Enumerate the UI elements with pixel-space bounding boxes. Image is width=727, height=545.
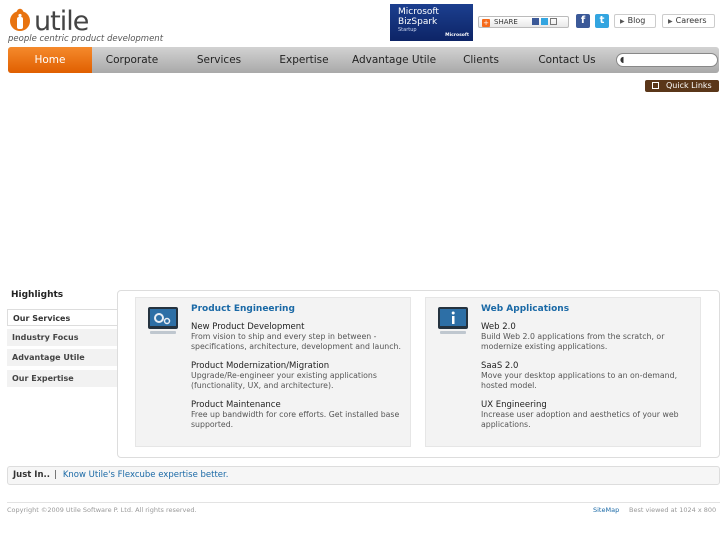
item-desc: Move your desktop applications to an on-…: [481, 371, 678, 390]
just-in-separator: |: [53, 470, 57, 480]
highlights-panel: Product Engineering New Product Developm…: [117, 290, 720, 458]
facebook-icon[interactable]: f: [576, 14, 590, 28]
quick-links-icon: [652, 82, 659, 89]
item-desc: From vision to ship and every step in be…: [191, 332, 401, 351]
main-nav: Home Corporate Services Expertise Advant…: [8, 47, 719, 73]
tab-industry-focus[interactable]: Industry Focus: [7, 329, 117, 346]
search-input[interactable]: ◖: [616, 53, 718, 67]
share-button[interactable]: + SHARE: [478, 16, 569, 28]
item-title: Product Modernization/Migration: [191, 361, 330, 371]
nav-item-clients[interactable]: Clients: [446, 47, 516, 73]
blog-link[interactable]: ▶ Blog: [614, 14, 656, 28]
email-mini-icon: [550, 18, 558, 25]
copyright-text: Copyright ©2009 Utile Software P. Ltd. A…: [7, 506, 197, 514]
tab-advantage-utile[interactable]: Advantage Utile: [7, 349, 117, 366]
item-title: Web 2.0: [481, 322, 516, 332]
service-item: Web 2.0 Build Web 2.0 applications from …: [481, 322, 691, 352]
logo-wordmark: utile: [34, 6, 89, 37]
utile-logo[interactable]: utile people centric product development: [8, 6, 163, 46]
footer-divider: [7, 502, 720, 503]
service-item: SaaS 2.0 Move your desktop applications …: [481, 361, 691, 391]
item-title: Product Maintenance: [191, 400, 281, 410]
card-title[interactable]: Product Engineering: [191, 304, 295, 314]
plus-icon: +: [482, 19, 490, 27]
nav-item-contact-us[interactable]: Contact Us: [516, 47, 618, 73]
service-item: New Product Development From vision to s…: [191, 322, 401, 352]
share-label: SHARE: [494, 18, 518, 26]
card-product-engineering: Product Engineering New Product Developm…: [135, 297, 411, 447]
just-in-bar: Just In.. | Know Utile's Flexcube expertis…: [7, 466, 720, 485]
item-title: UX Engineering: [481, 400, 547, 410]
info-monitor-icon: [438, 307, 468, 334]
just-in-label: Just In..: [13, 470, 50, 480]
service-item: Product Maintenance Free up bandwidth fo…: [191, 400, 401, 430]
nav-item-expertise[interactable]: Expertise: [266, 47, 342, 73]
blog-label: Blog: [627, 16, 646, 25]
gears-monitor-icon: [148, 307, 178, 334]
item-desc: Build Web 2.0 applications from the scra…: [481, 332, 665, 351]
bizspark-badge[interactable]: Microsoft BizSpark Startup Microsoft: [390, 4, 473, 41]
search-icon: ◖: [620, 55, 625, 64]
card-web-applications: Web Applications Web 2.0 Build Web 2.0 a…: [425, 297, 701, 447]
item-desc: Free up bandwidth for core efforts. Get …: [191, 410, 400, 429]
service-item: Product Modernization/Migration Upgrade/…: [191, 361, 401, 391]
arrow-right-icon: ▶: [668, 18, 673, 25]
arrow-right-icon: ▶: [620, 18, 625, 25]
highlights-title: Highlights: [11, 290, 64, 300]
card-title[interactable]: Web Applications: [481, 304, 569, 314]
sitemap-link[interactable]: SiteMap: [593, 506, 619, 514]
bizspark-line2: BizSpark: [398, 17, 438, 27]
item-desc: Upgrade/Re-engineer your existing applic…: [191, 371, 377, 390]
item-title: SaaS 2.0: [481, 361, 519, 371]
tab-our-services[interactable]: Our Services: [7, 309, 117, 326]
twitter-icon[interactable]: t: [595, 14, 609, 28]
best-viewed-note: Best viewed at 1024 x 800: [629, 506, 717, 514]
careers-link[interactable]: ▶ Careers: [662, 14, 715, 28]
bizspark-line1: Microsoft: [398, 7, 439, 17]
service-item: UX Engineering Increase user adoption an…: [481, 400, 691, 430]
logo-tagline: people centric product development: [8, 34, 164, 44]
nav-item-services[interactable]: Services: [172, 47, 266, 73]
just-in-link[interactable]: Know Utile's Flexcube expertise better.: [63, 470, 229, 480]
item-title: New Product Development: [191, 322, 305, 332]
nav-item-corporate[interactable]: Corporate: [92, 47, 172, 73]
quick-links-label: Quick Links: [666, 81, 712, 90]
nav-item-advantage-utile[interactable]: Advantage Utile: [342, 47, 446, 73]
facebook-mini-icon: [532, 18, 540, 25]
bizspark-brand: Microsoft: [445, 33, 469, 38]
utile-logo-icon: [10, 8, 30, 31]
quick-links-button[interactable]: Quick Links: [645, 80, 719, 92]
item-desc: Increase user adoption and aesthetics of…: [481, 410, 679, 429]
careers-label: Careers: [675, 16, 707, 25]
nav-item-home[interactable]: Home: [8, 47, 92, 73]
tab-our-expertise[interactable]: Our Expertise: [7, 370, 117, 387]
twitter-mini-icon: [541, 18, 549, 25]
